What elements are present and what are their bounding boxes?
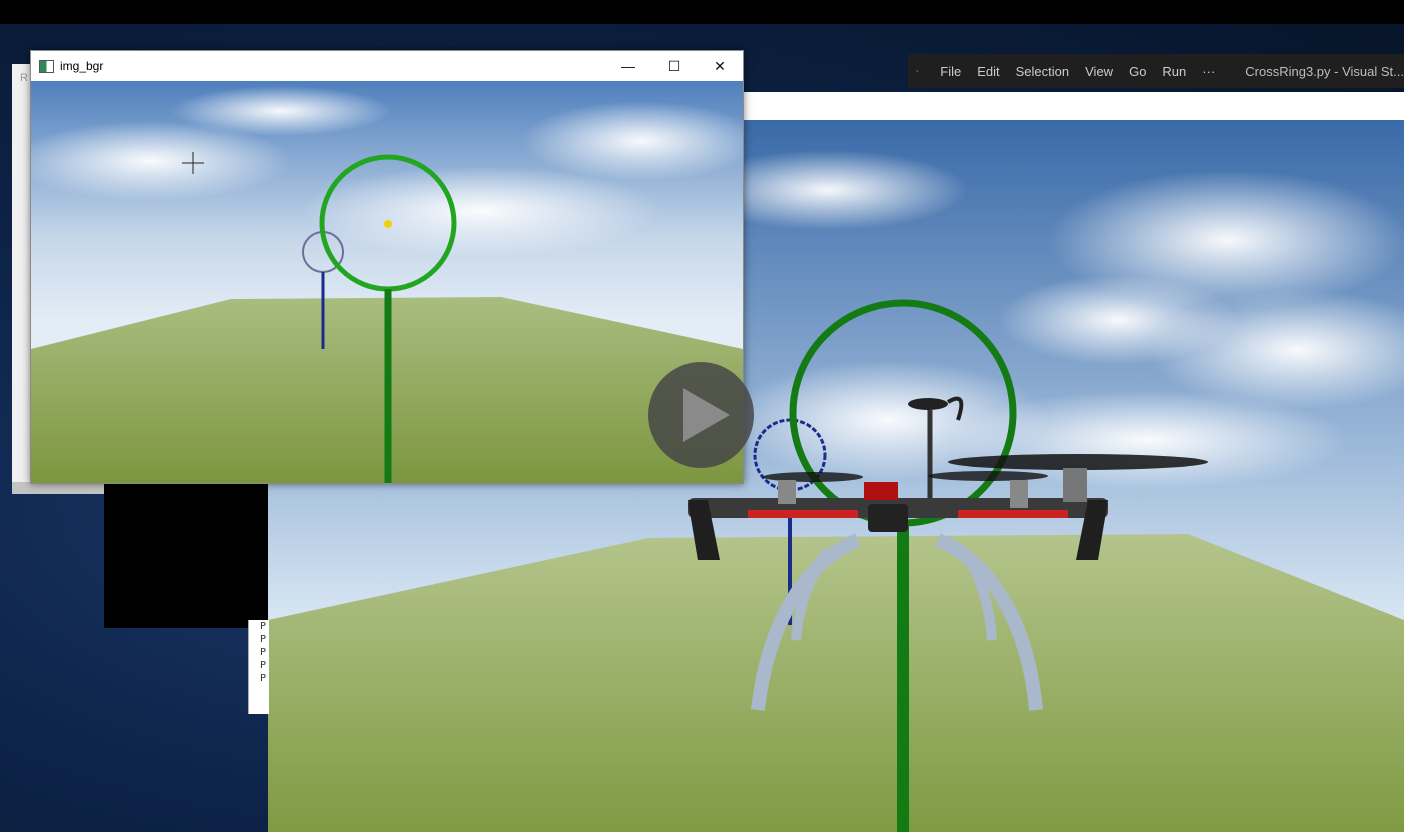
menu-edit[interactable]: Edit [969,64,1007,79]
play-icon [683,388,730,442]
console-line: P [260,673,267,684]
console-line: P [260,647,267,658]
vscode-editor-strip [742,92,1404,120]
img-bgr-canvas[interactable] [31,81,743,483]
background-window-fragment [12,64,32,494]
menu-go[interactable]: Go [1121,64,1154,79]
menu-selection[interactable]: Selection [1008,64,1077,79]
img-bgr-titlebar[interactable]: img_bgr — ☐ ✕ [31,51,743,81]
img-bgr-window[interactable]: img_bgr — ☐ ✕ [30,50,744,484]
console-fragment: P P P P P [248,620,269,714]
terminal-fragment [104,484,268,628]
background-window-letter: R [20,72,28,84]
vscode-titlebar: File Edit Selection View Go Run ··· Cros… [908,54,1404,88]
ring-center-marker [384,220,392,228]
menu-more[interactable]: ··· [1194,64,1223,79]
top-strip [0,0,1404,24]
maximize-button[interactable]: ☐ [651,51,697,81]
menu-run[interactable]: Run [1154,64,1194,79]
menu-view[interactable]: View [1077,64,1121,79]
console-line: P [260,634,267,645]
vscode-window-title: CrossRing3.py - Visual St... [1245,63,1404,79]
vscode-logo-icon[interactable] [916,61,919,81]
img-bgr-title: img_bgr [60,59,104,73]
console-line: P [260,621,267,632]
opencv-window-icon [39,59,54,73]
menu-file[interactable]: File [932,64,969,79]
close-button[interactable]: ✕ [697,51,743,81]
minimize-button[interactable]: — [605,51,651,81]
play-button[interactable] [648,362,754,468]
console-line: P [260,660,267,671]
